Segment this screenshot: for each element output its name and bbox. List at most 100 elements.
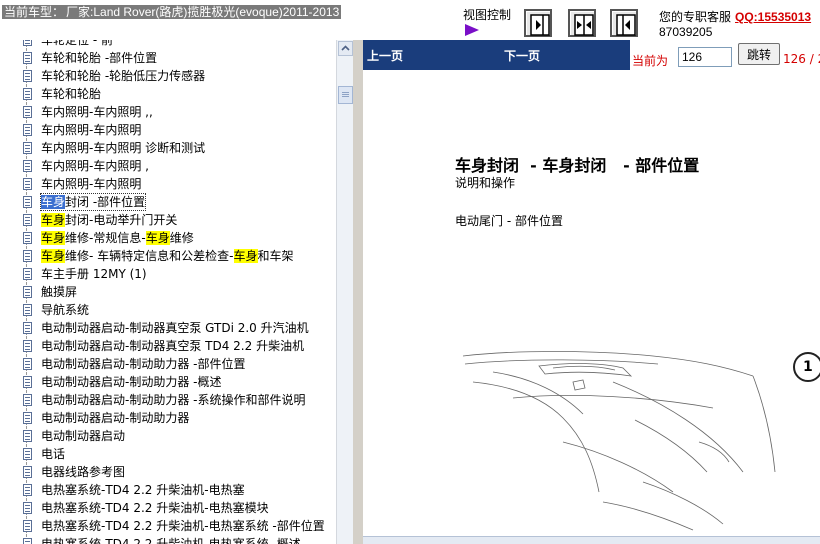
scroll-up-button[interactable] (338, 41, 353, 56)
tree-item[interactable]: 电动制动器启动-制动助力器 -概述 (0, 373, 336, 391)
tree-item[interactable]: 车身维修- 车辆特定信息和公差检查-车身和车架 (0, 247, 336, 265)
split-arrows-icon (574, 14, 594, 36)
view-split-button[interactable] (568, 9, 596, 37)
support-number: 87039205 (659, 25, 713, 39)
tree-item-label[interactable]: 电话 (41, 446, 65, 462)
panel-right-arrow-icon (530, 14, 550, 36)
tree-item-label[interactable]: 电热塞系统-TD4 2.2 升柴油机-电热塞 (41, 482, 245, 498)
tree-item[interactable]: 电动制动器启动-制动助力器 (0, 409, 336, 427)
tree-item[interactable]: 电动制动器启动-制动助力器 -系统操作和部件说明 (0, 391, 336, 409)
tree-item[interactable]: 电动制动器启动-制动助力器 -部件位置 (0, 355, 336, 373)
tree-item[interactable]: 车内照明-车内照明 , (0, 157, 336, 175)
tree-item-label[interactable]: 车轮和轮胎 -部件位置 (41, 50, 157, 66)
tree-item[interactable]: 电动制动器启动-制动器真空泵 TD4 2.2 升柴油机 (0, 337, 336, 355)
current-page-label: 当前为 (632, 54, 669, 68)
document-icon (23, 160, 32, 172)
catalog-tree: 车轮定位 - 前车轮和轮胎 -部件位置车轮和轮胎 -轮胎低压力传感器 车轮和轮胎车… (0, 40, 336, 544)
panel-splitter[interactable] (353, 40, 363, 544)
tree-item-label[interactable]: 电热塞系统-TD4 2.2 升柴油机-电热塞模块 (41, 500, 269, 516)
document-icon (23, 124, 32, 136)
view-left-panel-button[interactable] (524, 9, 552, 37)
tree-item-label[interactable]: 车轮定位 - 前 (41, 40, 113, 48)
document-title: 车身封闭 - 车身封闭 - 部件位置 (455, 156, 700, 175)
tree-item-label[interactable]: 电动制动器启动-制动助力器 -部件位置 (41, 356, 245, 372)
document-icon (23, 88, 32, 100)
tree-item-label[interactable]: 车内照明-车内照明 ,, (41, 104, 153, 120)
document-icon (23, 106, 32, 118)
view-right-panel-button[interactable] (610, 9, 638, 37)
document-hscrollbar[interactable] (363, 536, 820, 544)
tree-item-label[interactable]: 电器线路参考图 (41, 464, 125, 480)
label-middle: 维修-常规信息- (65, 231, 146, 245)
document-icon (23, 358, 32, 370)
tree-item-label[interactable]: 车轮和轮胎 -轮胎低压力传感器 (41, 68, 205, 84)
tree-item-label[interactable]: 电热塞系统-TD4 2.2 升柴油机-电热塞系统 -概述 (41, 536, 301, 544)
tree-item-label[interactable]: 车主手册 12MY (1) (41, 266, 147, 282)
tree-item[interactable]: 触摸屏 (0, 283, 336, 301)
document-icon (23, 178, 32, 190)
tree-item[interactable]: 电热塞系统-TD4 2.2 升柴油机-电热塞模块 (0, 499, 336, 517)
document-icon (23, 376, 32, 388)
play-triangle-icon[interactable] (465, 24, 479, 36)
tree-item[interactable]: 车轮定位 - 前 (0, 40, 336, 49)
tree-item-label[interactable]: 车身封闭-电动举升门开关 (41, 212, 177, 228)
tree-item[interactable]: 车内照明-车内照明 (0, 175, 336, 193)
tree-item-label[interactable]: 电动制动器启动-制动助力器 -概述 (41, 374, 221, 390)
tree-item-label[interactable]: 触摸屏 (41, 284, 77, 300)
tree-item[interactable]: 电动制动器启动-制动器真空泵 GTDi 2.0 升汽油机 (0, 319, 336, 337)
document-icon (23, 268, 32, 280)
tree-item-label[interactable]: 电动制动器启动 (41, 428, 125, 444)
tree-item[interactable]: 电器线路参考图 (0, 463, 336, 481)
tree-item[interactable]: 电动制动器启动 (0, 427, 336, 445)
tree-item-label[interactable]: 车内照明-车内照明 诊断和测试 (41, 140, 205, 156)
search-highlight: 车身 (41, 213, 66, 227)
tailgate-drawing (462, 351, 776, 531)
label-suffix: 和车架 (257, 249, 294, 263)
scroll-thumb[interactable] (338, 86, 353, 104)
tree-item-label[interactable]: 电动制动器启动-制动器真空泵 TD4 2.2 升柴油机 (41, 338, 304, 354)
tree-item[interactable]: 电热塞系统-TD4 2.2 升柴油机-电热塞系统 -部件位置 (0, 517, 336, 535)
tree-item-label[interactable]: 电动制动器启动-制动助力器 (41, 410, 189, 426)
support-qq-link[interactable]: QQ:15535013 (735, 10, 811, 24)
tree-item-label[interactable]: 电动制动器启动-制动器真空泵 GTDi 2.0 升汽油机 (41, 320, 309, 336)
tree-scrollbar[interactable] (336, 40, 353, 544)
document-icon (23, 466, 32, 478)
tree-item[interactable]: 电热塞系统-TD4 2.2 升柴油机-电热塞系统 -概述 (0, 535, 336, 544)
document-icon (23, 430, 32, 442)
page-number-input[interactable] (678, 47, 732, 67)
tree-item[interactable]: 电热塞系统-TD4 2.2 升柴油机-电热塞 (0, 481, 336, 499)
top-header: 当前车型： 厂家:Land Rover(路虎)揽胜极光(evoque)2011-2… (0, 0, 820, 40)
tree-item[interactable]: 车轮和轮胎 -轮胎低压力传感器 (0, 67, 336, 85)
tree-item-label[interactable]: 车身封闭 -部件位置 (39, 193, 147, 211)
tree-item[interactable]: 车身封闭 -部件位置 (0, 193, 336, 211)
document-icon (23, 520, 32, 532)
tree-item[interactable]: 车内照明-车内照明 ,, (0, 103, 336, 121)
tree-item[interactable]: 导航系统 (0, 301, 336, 319)
tree-item[interactable]: 车主手册 12MY (1) (0, 265, 336, 283)
next-page-link[interactable]: 下一页 (504, 47, 540, 64)
tree-item-label[interactable]: 车内照明-车内照明 , (41, 158, 149, 174)
tree-item[interactable]: 车轮和轮胎 -部件位置 (0, 49, 336, 67)
tree-item-label[interactable]: 电动制动器启动-制动助力器 -系统操作和部件说明 (41, 392, 305, 408)
tree-item-label[interactable]: 车身维修-常规信息-车身维修 (41, 230, 194, 246)
tree-item[interactable]: 电话 (0, 445, 336, 463)
tree-item[interactable]: 车内照明-车内照明 诊断和测试 (0, 139, 336, 157)
tree-item-label[interactable]: 电热塞系统-TD4 2.2 升柴油机-电热塞系统 -部件位置 (41, 518, 325, 534)
document-icon (23, 214, 32, 226)
prev-page-link[interactable]: 上一页 (367, 47, 403, 64)
jump-button[interactable]: 跳转 (738, 43, 780, 65)
tree-item-label[interactable]: 车身维修- 车辆特定信息和公差检查-车身和车架 (41, 248, 294, 264)
tree-item-label[interactable]: 车轮和轮胎 (41, 86, 101, 102)
car-model-title: 当前车型： 厂家:Land Rover(路虎)揽胜极光(evoque)2011-2… (2, 3, 342, 20)
label-suffix: 封闭 -部件位置 (65, 195, 146, 209)
tree-item-label[interactable]: 车内照明-车内照明 (41, 176, 141, 192)
tree-item[interactable]: 车身维修-常规信息-车身维修 (0, 229, 336, 247)
tree-item-label[interactable]: 车内照明-车内照明 (41, 122, 141, 138)
label-suffix: 维修 (169, 231, 194, 245)
document-icon (23, 538, 32, 544)
tree-item-label[interactable]: 导航系统 (41, 302, 89, 318)
tree-item[interactable]: 车轮和轮胎 (0, 85, 336, 103)
tree-item[interactable]: 车内照明-车内照明 (0, 121, 336, 139)
document-icon (23, 196, 32, 208)
tree-item[interactable]: 车身封闭-电动举升门开关 (0, 211, 336, 229)
